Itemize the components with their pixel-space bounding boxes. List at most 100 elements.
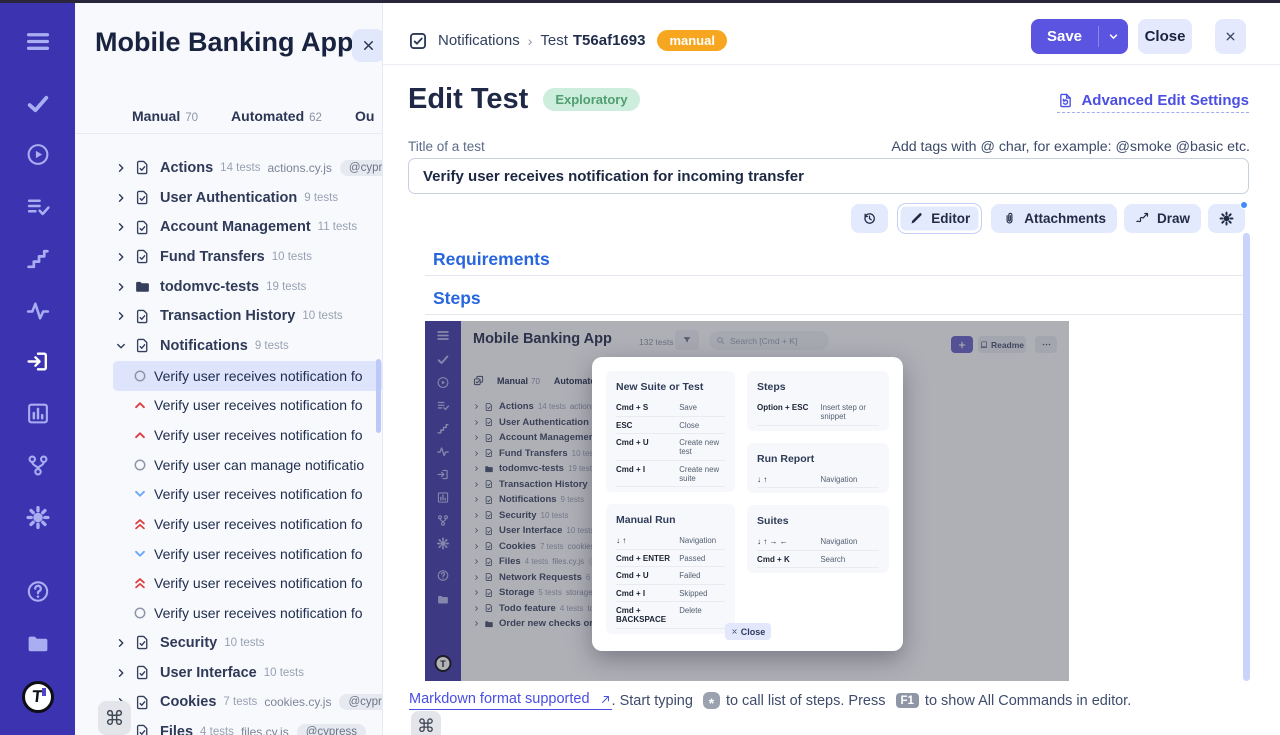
breadcrumb-suite[interactable]: Notifications [438,32,520,49]
editor-header: Notifications › Test T56af1693 manual Sa… [383,3,1280,65]
sidebar-help-circle-icon[interactable] [25,579,50,604]
shortcut-keys: ↓ ↑ [616,536,679,545]
sidebar-activity-icon[interactable] [25,298,50,323]
chevron-right-icon[interactable] [115,162,127,174]
editor-tab-button[interactable]: Editor [897,203,982,234]
tree-test-item[interactable]: Verify user receives notification fo [75,569,383,599]
main-scrollbar[interactable] [1243,233,1250,681]
dismiss-button[interactable] [1215,19,1246,54]
tree-suite-item[interactable]: Transaction History10 tests [75,301,383,331]
tree-suite-item[interactable]: todomvc-tests19 tests [75,272,383,302]
tree-suite-item[interactable]: Actions14 testsactions.cy.js@cypress [75,153,383,183]
sidebar-sign-in-icon[interactable] [25,349,50,374]
shortcut-section-title: Manual Run [616,514,725,526]
tree-suite-item[interactable]: User Authentication9 tests [75,183,383,213]
steps-heading[interactable]: Steps [433,288,481,309]
editor-settings-button[interactable] [1208,204,1245,233]
command-palette-badge[interactable]: ⌘ [98,701,131,735]
sidebar-play-circle-icon[interactable] [25,142,50,167]
tree-test-item[interactable]: Verify user can manage notificatio [75,450,383,480]
sidebar-steps-icon[interactable] [25,246,50,271]
tab-count: 62 [309,112,322,124]
shortcut-section: New Suite or TestCmd + SSaveESCCloseCmd … [606,371,735,492]
tree-test-item[interactable]: Verify user receives notification fo [75,480,383,510]
sidebar-check-icon[interactable] [25,91,50,116]
markdown-link-label: Markdown format supported [409,691,590,707]
requirements-heading[interactable]: Requirements [433,249,550,270]
tree-suite-item[interactable]: Notifications9 tests [75,331,383,361]
history-icon [862,211,877,226]
sidebar-menu-icon[interactable] [25,29,50,54]
shortcut-section: Suites↓ ↑ → ←NavigationCmd + KSearch [747,505,889,573]
history-button[interactable] [851,204,888,233]
tree-test-item[interactable]: Verify user receives notification fo [75,391,383,421]
chevron-right-icon[interactable] [115,310,127,322]
suites-tab-automated[interactable]: Automated62 [231,108,322,124]
advanced-edit-settings-label: Advanced Edit Settings [1081,92,1249,109]
tree-test-item[interactable]: Verify user receives notification fo [75,509,383,539]
tree-item-label: Verify user receives notification fo [154,486,363,502]
tree-item-label: Verify user receives notification fo [154,546,363,562]
tree-item-count: 11 tests [318,221,357,233]
tree-test-item[interactable]: Verify user receives notification fo [75,598,383,628]
shortcut-keys: ESC [616,421,679,430]
folder-icon [134,278,151,295]
tree-suite-item[interactable]: Account Management 11 tests [75,212,383,242]
testomat-logo[interactable]: T [22,681,54,713]
shortcut-section: StepsOption + ESCInsert step or snippet [747,371,889,431]
tree-suite-item[interactable]: Fund Transfers10 tests [75,242,383,272]
shortcut-row: Cmd + SSave [616,399,725,417]
chevron-right-icon[interactable] [115,281,127,293]
sidebar-git-branch-icon[interactable] [25,453,50,478]
footer-text: to show All Commands in editor. [925,693,1131,709]
breadcrumb-test-id[interactable]: T56af1693 [573,32,646,49]
tree-test-item[interactable]: Verify user receives notification fo [113,361,383,391]
tree-scrollbar[interactable] [376,359,381,433]
chevron-down-icon[interactable] [115,340,127,352]
suites-tab-bar: Manual70 Automated62 Ou [75,99,383,134]
tree-suite-item[interactable]: User Interface10 tests [75,658,383,688]
suites-tab-manual[interactable]: Manual70 [132,108,198,124]
tab-label: Manual [132,108,180,124]
sidebar-bar-chart-icon[interactable] [25,401,50,426]
shortcut-row: ESCClose [616,417,725,435]
footer-text: to call list of steps. Press [726,693,886,709]
chevron-right-icon[interactable] [115,251,127,263]
close-button[interactable]: Close [1138,19,1192,54]
chevron-right-icon[interactable] [115,221,127,233]
chevron-right-icon[interactable] [115,192,127,204]
draw-tab-button[interactable]: Draw [1124,204,1201,233]
panel-close-button[interactable] [352,29,383,62]
tree-test-item[interactable]: Verify user receives notification fo [75,420,383,450]
shortcut-description: Navigation [679,536,716,545]
suites-tab-ou[interactable]: Ou [355,108,374,124]
sidebar-list-check-icon[interactable] [25,194,50,219]
tree-item-label: Account Management [160,219,311,235]
save-button[interactable]: Save [1031,19,1128,54]
shortcut-keys: Cmd + U [616,438,679,447]
chevron-right-icon[interactable] [115,667,127,679]
shortcut-section: Run Report↓ ↑Navigation [747,443,889,494]
steps-divider [425,314,1245,315]
tree-item-tag: @cypress [339,694,383,710]
advanced-edit-settings-link[interactable]: Advanced Edit Settings [1057,92,1249,113]
attachments-tab-button[interactable]: Attachments [991,204,1117,233]
doc-check-icon [134,219,151,236]
status-circle-icon [133,606,147,620]
test-title-input[interactable] [408,158,1249,194]
main-area: Notifications › Test T56af1693 manual Sa… [383,3,1280,735]
chevron-right-icon[interactable] [115,637,127,649]
markdown-link[interactable]: Markdown format supported [409,691,612,710]
status-high-icon [133,428,147,442]
tree-test-item[interactable]: Verify user receives notification fo [75,539,383,569]
command-palette-badge[interactable]: ⌘ [411,711,441,735]
sidebar-gear-icon[interactable] [25,505,50,530]
chevron-down-icon[interactable] [1107,30,1120,43]
tree-suite-item[interactable]: Security10 tests [75,628,383,658]
shortcuts-modal: New Suite or TestCmd + SSaveESCCloseCmd … [592,357,903,651]
draw-tab-label: Draw [1157,211,1190,226]
sidebar-folder-icon[interactable] [25,631,50,656]
pencil-icon [909,211,924,226]
shortcut-description: Create new suite [679,465,725,483]
shortcut-row: Option + ESCInsert step or snippet [757,399,879,426]
